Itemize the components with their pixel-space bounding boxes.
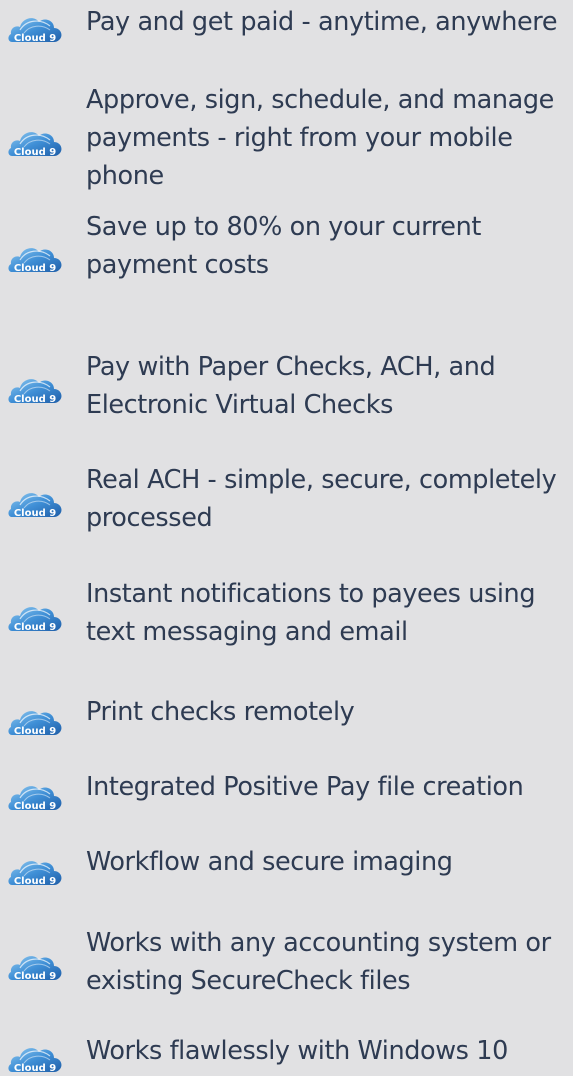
svg-text:Cloud 9: Cloud 9 — [14, 876, 56, 887]
svg-text:Cloud 9: Cloud 9 — [14, 622, 56, 633]
cloud-9-logo-icon: Cloud 9 — [8, 493, 62, 519]
cloud-9-logo-icon: Cloud 9 — [8, 248, 62, 274]
cloud-9-logo-icon: Cloud 9 — [8, 711, 62, 737]
cloud-9-logo-icon: Cloud 9 — [8, 379, 62, 405]
feature-text: Workflow and secure imaging — [86, 847, 453, 877]
cloud-9-logo-icon: Cloud 9 — [8, 956, 62, 982]
svg-text:Cloud 9: Cloud 9 — [14, 1063, 56, 1074]
feature-text: Instant notifications to payees using te… — [86, 579, 536, 647]
feature-text: Print checks remotely — [86, 697, 355, 727]
svg-text:Cloud 9: Cloud 9 — [14, 801, 56, 812]
svg-text:Cloud 9: Cloud 9 — [14, 971, 56, 982]
cloud-9-logo-icon: Cloud 9 — [8, 18, 62, 44]
cloud-9-logo-icon: Cloud 9 — [8, 786, 62, 812]
feature-text: Real ACH - simple, secure, completely pr… — [86, 465, 557, 533]
feature-text: Pay with Paper Checks, ACH, and Electron… — [86, 352, 496, 420]
feature-text: Approve, sign, schedule, and manage paym… — [86, 85, 554, 191]
feature-text: Integrated Positive Pay file creation — [86, 772, 524, 802]
cloud-9-logo-icon: Cloud 9 — [8, 861, 62, 887]
cloud-9-logo-icon: Cloud 9 — [8, 607, 62, 633]
feature-text: Save up to 80% on your current payment c… — [86, 212, 481, 280]
cloud-9-logo-icon: Cloud 9 — [8, 1048, 62, 1074]
feature-list: Cloud 9 Pay and get paid - anytime, anyw… — [0, 0, 573, 1076]
feature-text: Works with any accounting system or exis… — [86, 928, 551, 996]
svg-text:Cloud 9: Cloud 9 — [14, 394, 56, 405]
svg-text:Cloud 9: Cloud 9 — [14, 508, 56, 519]
svg-text:Cloud 9: Cloud 9 — [14, 33, 56, 44]
svg-text:Cloud 9: Cloud 9 — [14, 263, 56, 274]
cloud-9-logo-icon: Cloud 9 — [8, 132, 62, 158]
feature-text: Works flawlessly with Windows 10 — [86, 1036, 508, 1066]
feature-text: Pay and get paid - anytime, anywhere — [86, 7, 558, 37]
svg-text:Cloud 9: Cloud 9 — [14, 147, 56, 158]
svg-text:Cloud 9: Cloud 9 — [14, 726, 56, 737]
